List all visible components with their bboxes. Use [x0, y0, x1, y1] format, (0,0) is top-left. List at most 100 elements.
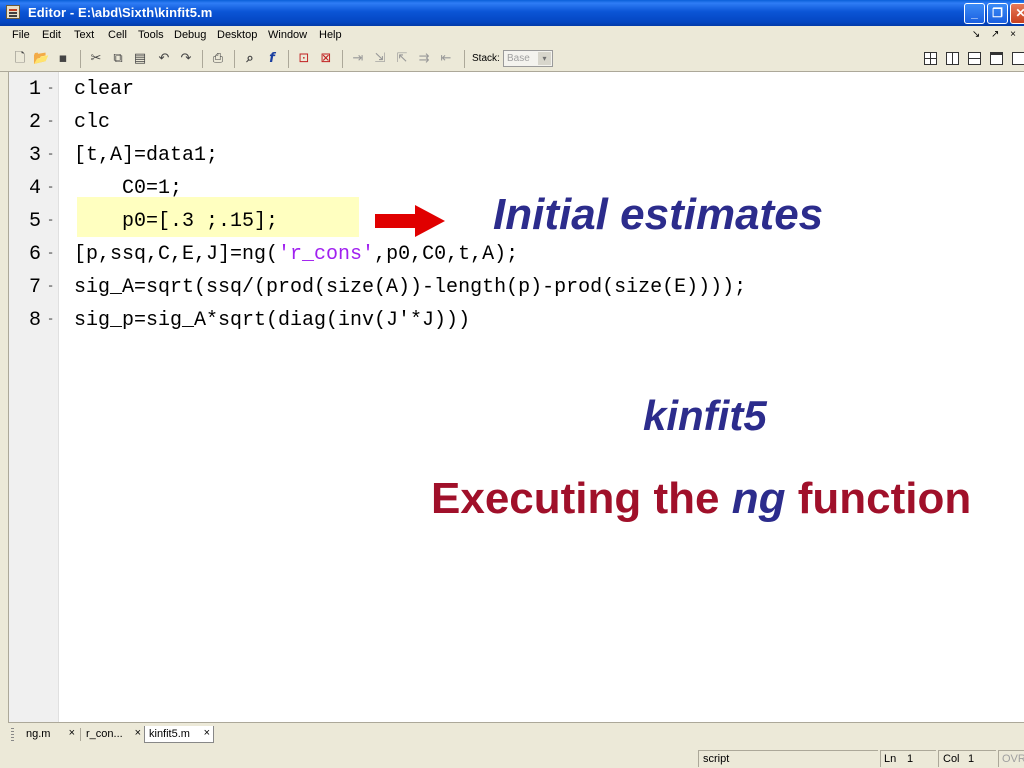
annotation-ng: ng	[731, 474, 786, 523]
line-number: 7	[28, 276, 41, 299]
minimize-button[interactable]: _	[964, 3, 985, 24]
menu-file[interactable]: File	[12, 29, 30, 41]
tab-separator	[80, 728, 81, 741]
toolbar: 🗋 📂 ▪ ✂ ⧉ ▤ ↶ ↷ ⎙ ⌕ f ⊡ ⊠ ⇥ ⇲ ⇱ ⇉ ⇤ Stac…	[0, 46, 1024, 72]
menu-bar: File Edit Text Cell Tools Debug Desktop …	[0, 26, 1024, 46]
code-line[interactable]: clc	[74, 111, 110, 134]
continue-icon[interactable]: ⇉	[416, 51, 432, 67]
code-line-initial-estimates[interactable]: p0=[.3 ;.15];	[74, 210, 278, 233]
status-bar: script Ln 1 Col 1 OVR	[0, 746, 1024, 768]
code-line[interactable]: sig_A=sqrt(ssq/(prod(size(A))-length(p)-…	[74, 276, 746, 299]
breakpoint-marker[interactable]: -	[47, 147, 54, 161]
tab-label: r_con...	[86, 728, 123, 740]
dock-controls[interactable]: ↘ ↗ ×	[972, 29, 1020, 40]
set-breakpoint-icon[interactable]: ⊡	[296, 51, 312, 67]
find-icon[interactable]: ⌕	[242, 51, 258, 67]
tile-layout-icon[interactable]	[924, 52, 937, 65]
stack-dropdown[interactable]: Base ▾	[503, 50, 553, 67]
cut-icon[interactable]: ✂	[88, 51, 104, 67]
tab-ng[interactable]: ng.m ×	[22, 726, 78, 743]
exit-debug-icon[interactable]: ⇤	[438, 51, 454, 67]
maximize-layout-icon[interactable]	[1012, 52, 1024, 65]
clear-breakpoint-icon[interactable]: ⊠	[318, 51, 334, 67]
status-col-panel: Col 1	[938, 750, 996, 767]
window-title: Editor - E:\abd\Sixth\kinfit5.m	[28, 5, 213, 20]
split-vertical-icon[interactable]	[946, 52, 959, 65]
breakpoint-marker[interactable]: -	[47, 81, 54, 95]
breakpoint-marker[interactable]: -	[47, 180, 54, 194]
code-line-ng-call[interactable]: [p,ssq,C,E,J]=ng('r_cons',p0,C0,t,A);	[74, 243, 518, 266]
toolbar-separator	[342, 50, 343, 68]
tab-label: kinfit5.m	[149, 728, 190, 740]
toolbar-separator	[464, 50, 465, 68]
toolbar-separator	[288, 50, 289, 68]
code-line[interactable]: clear	[74, 78, 134, 101]
close-icon[interactable]: ×	[135, 727, 141, 739]
breakpoint-marker[interactable]: -	[47, 213, 54, 227]
menu-text[interactable]: Text	[74, 29, 94, 41]
restore-button[interactable]: ❐	[987, 3, 1008, 24]
annotation-text: Executing the	[431, 474, 732, 523]
annotation-text: function	[785, 474, 972, 523]
redo-icon[interactable]: ↷	[178, 51, 194, 67]
breakpoint-marker[interactable]: -	[47, 312, 54, 326]
menu-edit[interactable]: Edit	[42, 29, 61, 41]
ovr-indicator: OVR	[1002, 753, 1024, 765]
menu-window[interactable]: Window	[268, 29, 307, 41]
red-arrow-shaft	[375, 214, 417, 228]
line-number: 8	[28, 309, 41, 332]
menu-cell[interactable]: Cell	[108, 29, 127, 41]
step-icon[interactable]: ⇥	[350, 51, 366, 67]
executing-ng-annotation: Executing the ng function	[431, 474, 971, 524]
tab-label: ng.m	[26, 728, 51, 740]
kinfit5-annotation: kinfit5	[643, 392, 767, 439]
breakpoint-marker[interactable]: -	[47, 246, 54, 260]
ln-label: Ln	[884, 753, 897, 765]
code-editor[interactable]: 1 - clear 2 - clc 3 - [t,A]=data1; 4 - C…	[8, 72, 1024, 722]
breakpoint-marker[interactable]: -	[47, 279, 54, 293]
menu-help[interactable]: Help	[319, 29, 342, 41]
split-horizontal-icon[interactable]	[968, 52, 981, 65]
status-ovr-panel: OVR	[998, 750, 1024, 767]
document-tab-bar: ng.m × r_con... × kinfit5.m ×	[8, 722, 1024, 746]
chevron-down-icon[interactable]: ▾	[538, 52, 551, 65]
menu-tools[interactable]: Tools	[138, 29, 164, 41]
step-out-icon[interactable]: ⇱	[394, 51, 410, 67]
stack-label: Stack:	[472, 53, 500, 64]
string-literal: 'r_cons'	[278, 243, 375, 266]
close-icon[interactable]: ×	[204, 727, 210, 739]
step-in-icon[interactable]: ⇲	[372, 51, 388, 67]
breakpoint-marker[interactable]: -	[47, 114, 54, 128]
save-icon[interactable]: ▪	[55, 51, 71, 67]
editor-app-icon[interactable]	[6, 5, 20, 19]
col-value: 1	[968, 753, 975, 765]
red-arrow-icon	[415, 205, 445, 237]
new-file-icon[interactable]: 🗋	[12, 51, 28, 67]
toolbar-separator	[80, 50, 81, 68]
tab-r-cons[interactable]: r_con... ×	[82, 726, 144, 743]
toolbar-separator	[234, 50, 235, 68]
tab-kinfit5[interactable]: kinfit5.m ×	[144, 726, 214, 743]
print-icon[interactable]: ⎙	[210, 51, 226, 67]
close-button[interactable]: ✕	[1010, 3, 1024, 24]
undo-icon[interactable]: ↶	[156, 51, 172, 67]
drag-grip[interactable]	[11, 728, 14, 742]
status-line-panel: Ln 1	[880, 750, 936, 767]
menu-debug[interactable]: Debug	[174, 29, 206, 41]
code-line[interactable]: [t,A]=data1;	[74, 144, 218, 167]
function-icon[interactable]: f	[264, 51, 280, 67]
left-frame	[0, 72, 8, 746]
line-number: 1	[28, 78, 41, 101]
float-window-icon[interactable]	[990, 52, 1003, 65]
code-line[interactable]: C0=1;	[74, 177, 182, 200]
open-folder-icon[interactable]: 📂	[33, 51, 49, 67]
paste-icon[interactable]: ▤	[132, 51, 148, 67]
menu-desktop[interactable]: Desktop	[217, 29, 257, 41]
copy-icon[interactable]: ⧉	[110, 51, 126, 67]
close-icon[interactable]: ×	[69, 727, 75, 739]
status-mode-panel: script	[698, 750, 878, 767]
line-number-gutter	[9, 72, 59, 722]
code-line[interactable]: sig_p=sig_A*sqrt(diag(inv(J'*J)))	[74, 309, 470, 332]
line-number: 6	[28, 243, 41, 266]
code-segment: ,p0,C0,t,A);	[374, 243, 519, 266]
